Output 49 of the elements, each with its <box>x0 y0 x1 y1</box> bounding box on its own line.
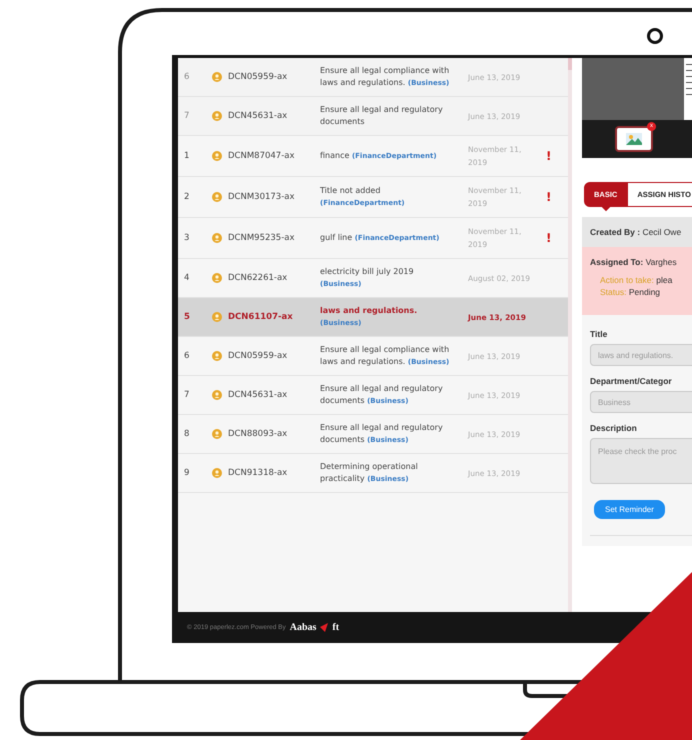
logo-text: Aabas <box>290 622 316 633</box>
document-id: DCN88093-ax <box>228 429 288 439</box>
field-label: Title <box>590 329 608 339</box>
row-number: 1 <box>183 151 190 161</box>
row-number: 7 <box>183 390 190 400</box>
user-icon <box>212 192 222 202</box>
user-icon <box>212 390 222 400</box>
row-number: 9 <box>183 468 190 478</box>
logo-text: ft <box>332 622 340 633</box>
document-id: DCNM30173-ax <box>228 192 296 202</box>
logo-mark-icon <box>320 623 328 632</box>
detail-text: Status: Pending <box>599 287 662 297</box>
row-number: 8 <box>183 429 190 439</box>
document-id: DCNM87047-ax <box>228 151 296 161</box>
user-icon <box>212 233 222 243</box>
alert-mark: ! <box>546 190 552 204</box>
assigned-to-text: Assigned To: Varghes <box>590 257 678 267</box>
document-id: DCN05959-ax <box>228 72 288 82</box>
user-icon <box>212 429 222 439</box>
row-number: 2 <box>183 192 190 202</box>
row-number: 5 <box>183 312 191 322</box>
image-icon <box>626 133 642 145</box>
row-number: 6 <box>183 72 190 82</box>
row-number: 6 <box>183 351 190 361</box>
row-number: 3 <box>183 233 190 243</box>
document-id: DCN61107-ax <box>228 312 294 322</box>
user-icon <box>212 351 222 361</box>
created-by-text: Created By : Cecil Owe <box>582 217 692 247</box>
document-id: DCN45631-ax <box>228 390 288 400</box>
field-label: Department/Categor <box>590 376 673 386</box>
field-label: Description <box>590 423 638 433</box>
alert-mark: ! <box>546 231 552 245</box>
user-icon <box>212 151 222 161</box>
document-title: Ensure all legal and regulatory documents <box>320 104 444 128</box>
camera-dot <box>647 28 663 44</box>
document-id: DCN45631-ax <box>228 111 288 121</box>
row-number: 4 <box>183 273 190 283</box>
user-icon <box>212 111 222 121</box>
user-icon <box>212 468 222 478</box>
user-icon <box>212 312 222 322</box>
user-icon <box>212 72 222 82</box>
document-id: DCN91318-ax <box>228 468 288 478</box>
document-id: DCNM95235-ax <box>228 233 296 243</box>
user-icon <box>212 273 222 283</box>
alert-mark: ! <box>546 149 552 163</box>
document-id: DCN05959-ax <box>228 351 288 361</box>
detail-text: Action to take: plea <box>599 275 674 285</box>
document-id: DCN62261-ax <box>228 273 288 283</box>
row-number: 7 <box>183 111 190 121</box>
